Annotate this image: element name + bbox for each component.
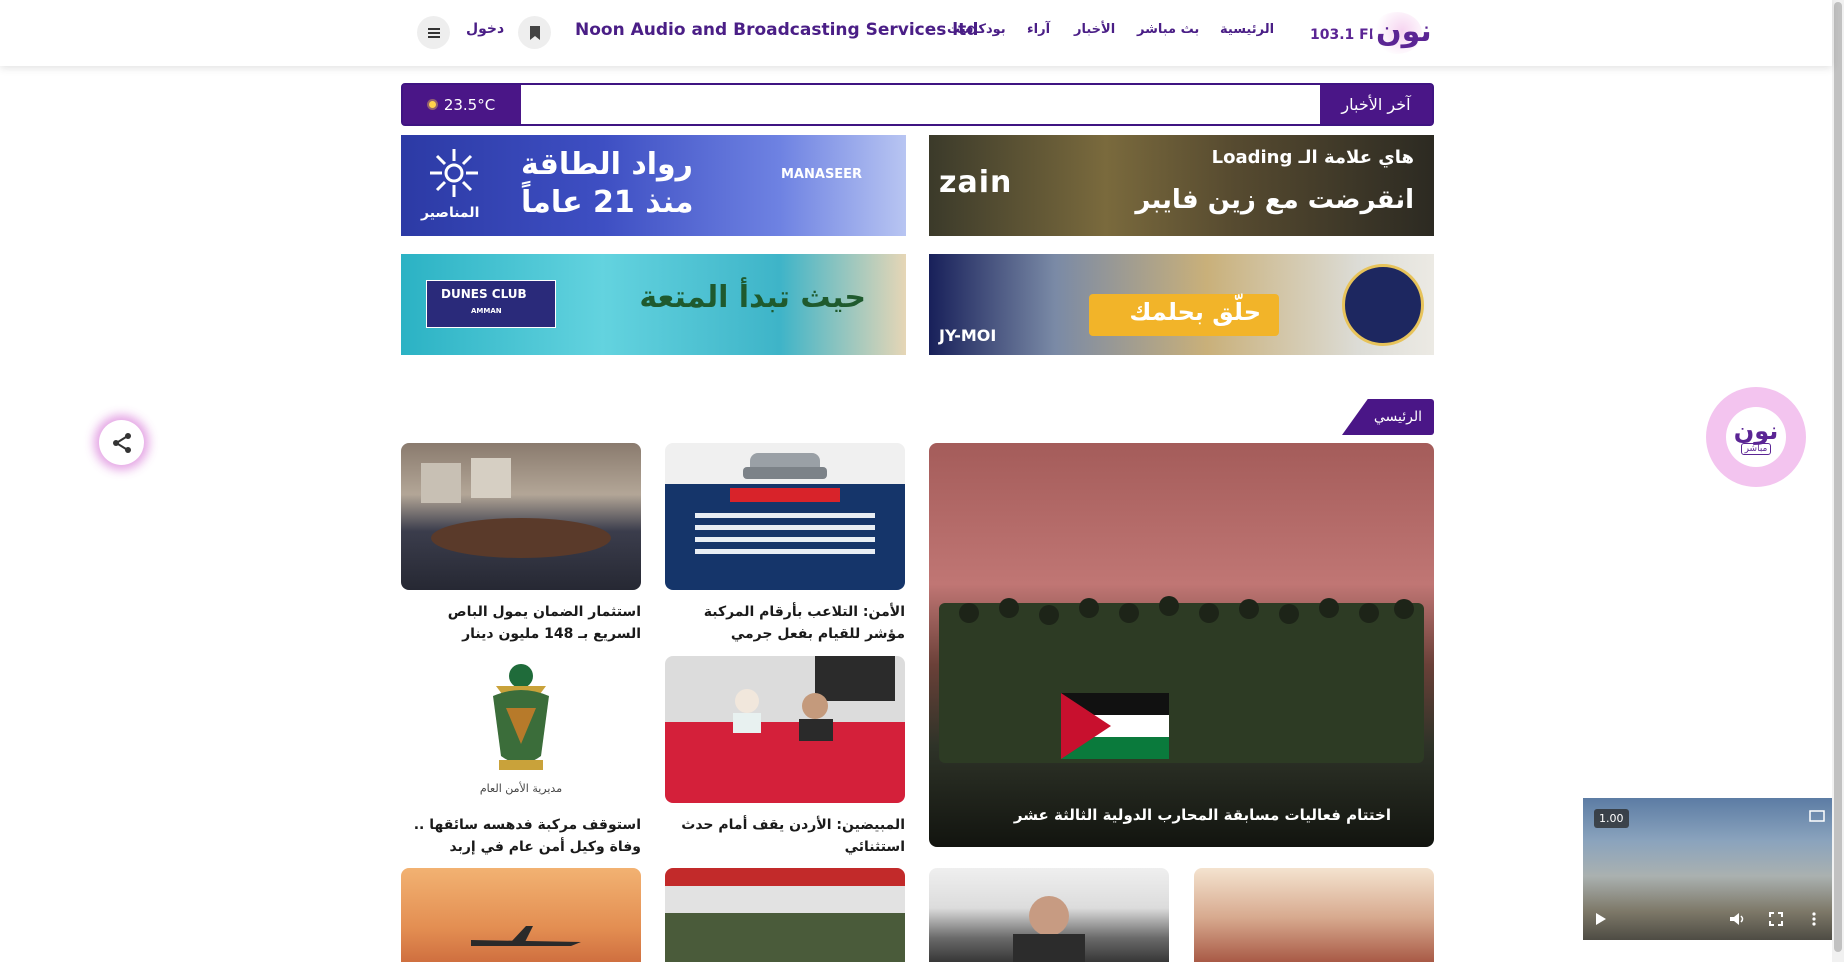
manaseer-line1: رواد الطاقة xyxy=(521,147,693,182)
news-image-press-conference xyxy=(665,656,905,803)
dunes-brand: DUNES CLUB xyxy=(441,287,527,301)
live-badge: نون مباشر xyxy=(1726,407,1786,467)
live-label: مباشر xyxy=(1740,443,1772,455)
dunes-slogan: حيث تبدأ المتعة xyxy=(639,280,866,315)
ticker-label: آخر الأخبار xyxy=(1320,85,1432,124)
sun-icon xyxy=(428,101,436,108)
more-options-icon[interactable] xyxy=(1811,912,1817,926)
news-title[interactable]: استثمار الضمان يمول الباص السريع بـ 148 … xyxy=(401,601,641,645)
official-portrait-icon xyxy=(1013,896,1085,962)
manaseer-logo-icon xyxy=(430,149,478,197)
site-header: 103.1 FM نون الرئيسية بث مباشر الأخبار آ… xyxy=(0,0,1832,66)
news-title[interactable]: الأمن: التلاعب بأرقام المركبة مؤشر للقيا… xyxy=(665,601,905,645)
svg-text:مديرية الأمن العام: مديرية الأمن العام xyxy=(480,781,562,795)
news-title[interactable]: المبيضين: الأردن يقف أمام حدث استثنائي xyxy=(665,814,905,858)
speakers-icon xyxy=(733,656,895,741)
featured-news-card[interactable]: اختتام فعاليات مسابقة المحارب الدولية ال… xyxy=(929,443,1434,847)
car-icon xyxy=(695,453,875,554)
brand-name: Noon Audio and Broadcasting Services ltd xyxy=(575,20,979,40)
playback-speed[interactable]: 1.00 xyxy=(1594,809,1629,828)
mideast-tail-number: JY-MOI xyxy=(939,326,997,345)
news-image-mosque xyxy=(1194,868,1434,962)
news-ticker: آخر الأخبار 23.5°C xyxy=(401,83,1434,126)
zain-logo: zain xyxy=(939,165,1013,200)
picture-in-picture-icon[interactable] xyxy=(1809,808,1825,824)
mideast-slogan: حلّق بحلمك xyxy=(1129,298,1261,326)
manaseer-brand: MANASEER xyxy=(781,167,863,182)
live-broadcast-button[interactable]: نون مباشر xyxy=(1706,387,1806,487)
site-logo[interactable]: 103.1 FM نون xyxy=(1310,12,1432,54)
jordan-flag xyxy=(1061,693,1169,759)
section-label-main: الرئيسي xyxy=(1342,399,1434,435)
ad-banner-dunes-club[interactable]: DUNES CLUB AMMAN حيث تبدأ المتعة xyxy=(401,254,906,355)
fullscreen-icon[interactable] xyxy=(1769,912,1783,926)
meeting-table-icon xyxy=(421,458,611,558)
share-button[interactable] xyxy=(99,420,144,465)
public-security-emblem-icon: مديرية الأمن العام xyxy=(480,664,562,795)
bookmark-icon xyxy=(529,25,540,40)
bookmark-button[interactable] xyxy=(518,16,551,49)
page: 103.1 FM نون الرئيسية بث مباشر الأخبار آ… xyxy=(0,0,1844,962)
scrollbar-thumb[interactable] xyxy=(1834,2,1842,952)
nav-opinions[interactable]: آراء xyxy=(1027,22,1050,37)
dunes-sub: AMMAN xyxy=(471,307,502,315)
video-player[interactable]: 1.00 xyxy=(1583,798,1834,940)
airplane-icon xyxy=(471,926,581,946)
volume-icon[interactable] xyxy=(1729,912,1745,926)
ad-banner-manaseer[interactable]: المناصير رواد الطاقة منذ 21 عاماً MANASE… xyxy=(401,135,906,236)
aviation-academy-emblem-icon xyxy=(1342,264,1424,346)
dunes-logo-box: DUNES CLUB AMMAN xyxy=(426,280,556,328)
share-icon xyxy=(112,432,131,453)
mideast-slogan-box: حلّق بحلمك xyxy=(1089,294,1279,336)
nav-news[interactable]: الأخبار xyxy=(1074,22,1115,37)
login-link[interactable]: دخول xyxy=(466,21,504,37)
news-image-soldiers-market xyxy=(665,868,905,962)
featured-news-title[interactable]: اختتام فعاليات مسابقة المحارب الدولية ال… xyxy=(929,804,1391,826)
temperature-value: 23.5°C xyxy=(443,95,496,114)
weather-widget: 23.5°C xyxy=(403,85,521,124)
manaseer-sub: المناصير xyxy=(421,205,480,221)
news-image-airplane xyxy=(401,868,641,962)
nav-home[interactable]: الرئيسية xyxy=(1220,22,1274,37)
zain-line2: انقرضت مع زين فايبر xyxy=(1135,185,1414,215)
live-logo-mark: نون xyxy=(1733,417,1779,445)
logo-mark: نون xyxy=(1372,12,1432,54)
menu-icon xyxy=(427,27,440,38)
ad-banner-zain[interactable]: zain هاي علامة الـ Loading انقرضت مع زين… xyxy=(929,135,1434,236)
ad-banner-mideast-aviation[interactable]: JY-MOI حلّق بحلمك xyxy=(929,254,1434,355)
news-title[interactable]: استوقف مركبة فدهسه سائقها .. وفاة وكيل أ… xyxy=(401,814,641,858)
soldiers-photo xyxy=(939,596,1424,763)
featured-news-image xyxy=(929,443,1434,847)
page-scrollbar[interactable] xyxy=(1832,0,1844,962)
news-image-car-plate xyxy=(665,443,905,590)
manaseer-line2: منذ 21 عاماً xyxy=(521,185,694,220)
news-image-public-security-emblem: مديرية الأمن العام xyxy=(401,656,641,803)
menu-button[interactable] xyxy=(417,16,450,49)
zain-line1: هاي علامة الـ Loading xyxy=(1211,147,1414,168)
news-image-official xyxy=(929,868,1169,962)
nav-live[interactable]: بث مباشر xyxy=(1137,22,1199,37)
news-image-meeting xyxy=(401,443,641,590)
play-icon[interactable] xyxy=(1595,912,1607,926)
